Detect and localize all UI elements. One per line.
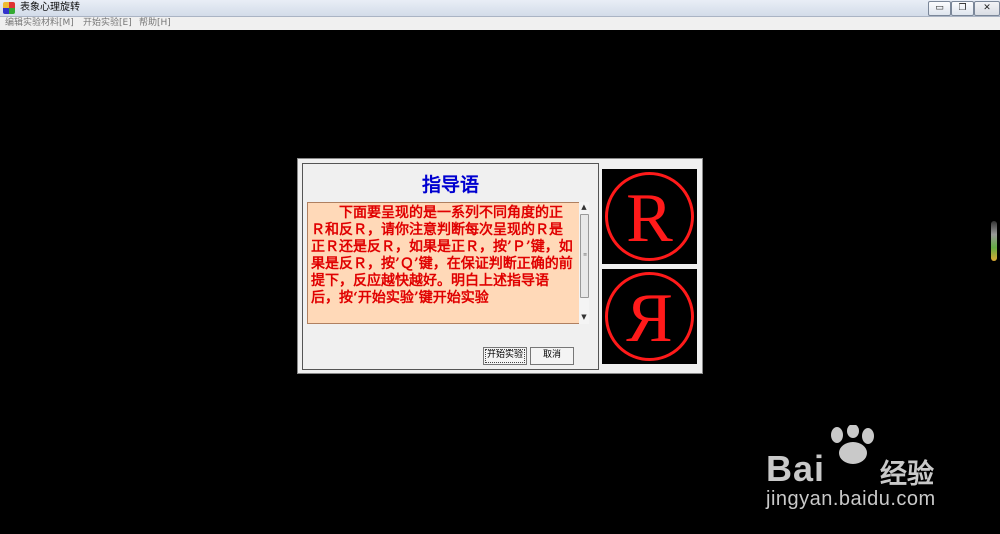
mirrored-letter: Я	[626, 280, 673, 357]
menu-help[interactable]: 帮助[H]	[139, 17, 171, 30]
window-title: 表象心理旋转	[20, 2, 80, 13]
instruction-text: 下面要呈现的是一系列不同角度的正Ｒ和反Ｒ，请你注意判断每次呈现的Ｒ是正Ｒ还是反Ｒ…	[311, 205, 573, 306]
mirrored-r-figure: Я	[602, 269, 697, 364]
instruction-scrollbar[interactable]: ▲ ≡ ▼	[579, 202, 589, 324]
instruction-panel: 指导语 下面要呈现的是一系列不同角度的正Ｒ和反Ｒ，请你注意判断每次呈现的Ｒ是正Ｒ…	[302, 163, 599, 370]
menu-edit-material[interactable]: 编辑实验材料[M]	[5, 17, 74, 30]
menu-bar: 编辑实验材料[M] 开始实验[E] 帮助[H]	[0, 17, 1000, 30]
cancel-button[interactable]: 取消	[530, 347, 574, 365]
mirrored-r-circle-icon: Я	[605, 272, 694, 361]
edge-gauge	[991, 221, 997, 261]
title-bar: 表象心理旋转 ▭ ❐ ✕	[0, 0, 1000, 17]
scroll-down-arrow-icon[interactable]: ▼	[579, 312, 589, 322]
normal-letter: R	[626, 180, 673, 257]
normal-r-circle-icon: R	[605, 172, 694, 261]
restore-button[interactable]: ❐	[951, 1, 974, 16]
scrollbar-thumb[interactable]: ≡	[580, 214, 589, 298]
grip-icon: ≡	[583, 252, 588, 258]
instruction-dialog: 指导语 下面要呈现的是一系列不同角度的正Ｒ和反Ｒ，请你注意判断每次呈现的Ｒ是正Ｒ…	[297, 158, 703, 374]
app-icon	[3, 2, 15, 14]
instruction-textbox[interactable]: 下面要呈现的是一系列不同角度的正Ｒ和反Ｒ，请你注意判断每次呈现的Ｒ是正Ｒ还是反Ｒ…	[307, 202, 581, 324]
close-button[interactable]: ✕	[974, 1, 1000, 16]
minimize-button[interactable]: ▭	[928, 1, 951, 16]
start-experiment-button[interactable]: 开始实验	[483, 347, 527, 365]
dialog-heading: 指导语	[421, 174, 479, 196]
watermark-url: jingyan.baidu.com	[766, 488, 936, 510]
watermark-brand: Bai	[766, 448, 826, 489]
menu-start-experiment[interactable]: 开始实验[E]	[83, 17, 132, 30]
watermark-brand-cn: 经验	[880, 459, 934, 490]
baidu-paw-icon	[831, 425, 874, 464]
normal-r-figure: R	[602, 169, 697, 264]
scroll-up-arrow-icon[interactable]: ▲	[579, 202, 589, 212]
